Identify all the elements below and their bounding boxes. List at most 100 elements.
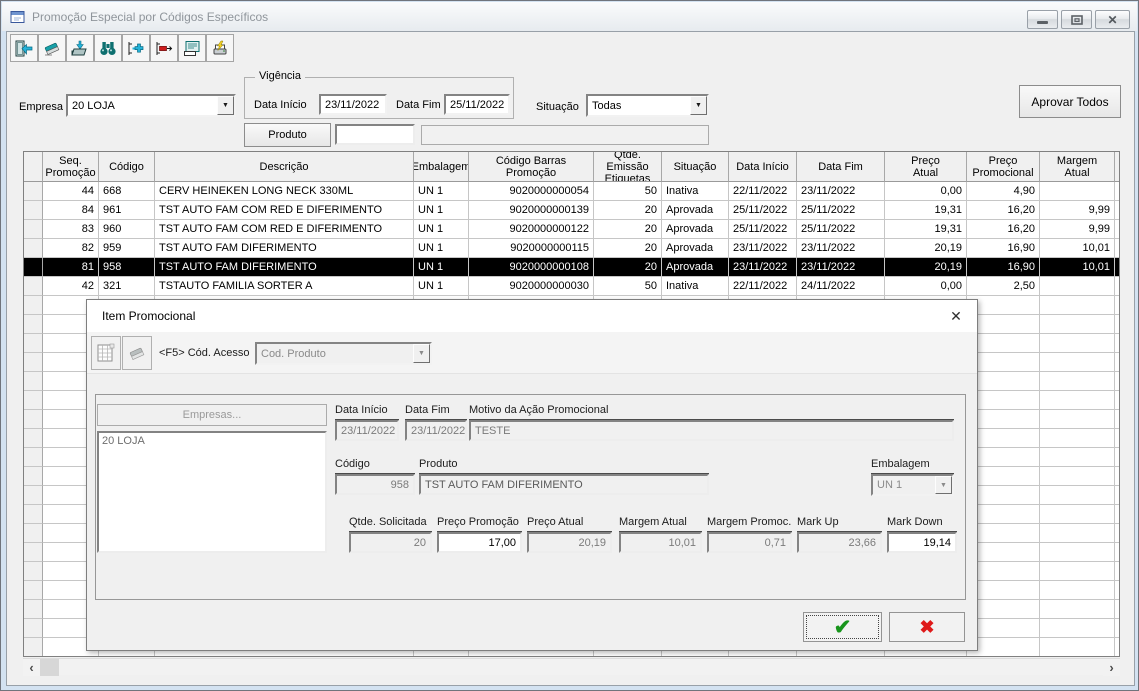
cell: 2,50 <box>967 277 1040 296</box>
horizontal-scrollbar[interactable]: ‹ › <box>23 658 1120 676</box>
data-fim-input[interactable]: 25/11/2022 <box>444 94 510 115</box>
cell: 23/11/2022 <box>797 258 885 277</box>
cell <box>1115 182 1119 201</box>
dialog-close-button[interactable]: ✕ <box>947 307 965 325</box>
cell: 16,90 <box>967 239 1040 258</box>
binoculars-icon <box>100 41 116 55</box>
cell <box>24 600 43 619</box>
cell <box>1115 372 1119 391</box>
print-button[interactable] <box>206 34 234 62</box>
table-row[interactable]: 44 668 CERV HEINEKEN LONG NECK 330ML UN 1 90… <box>24 182 1119 201</box>
scrollbar-thumb[interactable] <box>40 659 59 676</box>
cell <box>1040 448 1115 467</box>
cell: 20 <box>594 220 662 239</box>
preco-promocao-input[interactable] <box>437 532 522 553</box>
cell <box>24 334 43 353</box>
find-button[interactable] <box>94 34 122 62</box>
check-icon: ✔ <box>833 615 852 639</box>
cell <box>1115 619 1119 638</box>
chevron-down-icon[interactable]: ▼ <box>217 96 234 115</box>
cell <box>1115 562 1119 581</box>
mark-down-field: 19,14 <box>887 532 957 553</box>
header-cell <box>1115 152 1119 182</box>
insert-button[interactable] <box>122 34 150 62</box>
close-icon: ✕ <box>950 307 962 324</box>
cell: 25/11/2022 <box>797 220 885 239</box>
window-title: Promoção Especial por Códigos Específico… <box>32 9 269 24</box>
cell <box>1040 619 1115 638</box>
cell <box>1115 220 1119 239</box>
empresas-listbox[interactable]: 20 LOJA <box>97 431 327 553</box>
app-icon <box>10 10 25 23</box>
dlg-data-fim-label: Data Fim <box>405 404 467 420</box>
cell: Aprovada <box>662 239 729 258</box>
exit-door-icon <box>15 40 33 56</box>
cancel-button[interactable]: ✖ <box>889 612 965 642</box>
cell: 22/11/2022 <box>729 182 797 201</box>
cell <box>24 581 43 600</box>
cell: 321 <box>99 277 155 296</box>
cell: 9020000000139 <box>469 201 594 220</box>
minimize-button[interactable] <box>1027 10 1058 29</box>
data-fim-label: Data Fim <box>396 99 441 111</box>
cell <box>1115 353 1119 372</box>
confirm-button[interactable]: ✔ <box>803 612 882 642</box>
restore-button[interactable] <box>1061 10 1092 29</box>
produto-code-input[interactable] <box>335 124 415 145</box>
table-row[interactable]: 42 321 TSTAUTO FAMILIA SORTER A UN 1 9020000… <box>24 277 1119 296</box>
preco-atual-field: 20,19 <box>527 532 612 553</box>
cell <box>1115 524 1119 543</box>
restore-icon <box>1070 14 1083 25</box>
cell: Inativa <box>662 277 729 296</box>
cell <box>1040 296 1115 315</box>
cell <box>1040 277 1115 296</box>
dlg-data-inicio-label: Data Início <box>335 404 399 420</box>
exit-button[interactable] <box>10 34 38 62</box>
situacao-combo[interactable]: Todas ▼ <box>586 94 709 117</box>
cell <box>1115 201 1119 220</box>
delete-button[interactable] <box>150 34 178 62</box>
header-cell: Preço Atual <box>885 152 967 182</box>
produto-button[interactable]: Produto <box>244 123 331 147</box>
header-cell: Descrição <box>155 152 414 182</box>
table-row[interactable]: 82 959 TST AUTO FAM DIFERIMENTO UN 1 9020000… <box>24 239 1119 258</box>
close-button[interactable]: ✕ <box>1095 10 1130 29</box>
cell <box>24 410 43 429</box>
dialog-title: Item Promocional <box>102 309 196 323</box>
preview-button[interactable] <box>178 34 206 62</box>
delete-record-icon <box>156 41 173 55</box>
table-row[interactable]: 83 960 TST AUTO FAM COM RED E DIFERIMENTO U… <box>24 220 1119 239</box>
cell: 20,19 <box>885 239 967 258</box>
chevron-down-icon[interactable]: ▼ <box>690 96 707 115</box>
empresas-button: Empresas... <box>97 404 327 426</box>
erase-button[interactable] <box>38 34 66 62</box>
save-button[interactable] <box>66 34 94 62</box>
cell <box>1040 182 1115 201</box>
data-inicio-input[interactable]: 23/11/2022 <box>319 94 387 115</box>
cell: 50 <box>594 277 662 296</box>
cross-icon: ✖ <box>919 616 935 637</box>
cod-produto-combo: Cod. Produto ▼ <box>255 342 432 365</box>
table-row[interactable]: 84 961 TST AUTO FAM COM RED E DIFERIMENTO U… <box>24 201 1119 220</box>
list-item[interactable]: 20 LOJA <box>102 435 322 447</box>
cell <box>1115 239 1119 258</box>
cell: 958 <box>99 258 155 277</box>
cell: 20,19 <box>885 258 967 277</box>
empresa-combo[interactable]: 20 LOJA ▼ <box>66 94 236 117</box>
cell: 16,20 <box>967 201 1040 220</box>
cell <box>1115 296 1119 315</box>
codigo-label: Código <box>335 458 415 474</box>
cell <box>24 562 43 581</box>
chevron-down-icon: ▼ <box>413 344 430 363</box>
scroll-right-arrow[interactable]: › <box>1103 659 1120 676</box>
cell: 20 <box>594 201 662 220</box>
cell: 9,99 <box>1040 220 1115 239</box>
table-row[interactable]: 81 958 TST AUTO FAM DIFERIMENTO UN 1 9020000… <box>24 258 1119 277</box>
scroll-left-arrow[interactable]: ‹ <box>23 659 40 676</box>
cell: 44 <box>43 182 99 201</box>
cell <box>1115 467 1119 486</box>
aprovar-todos-button[interactable]: Aprovar Todos <box>1019 85 1121 118</box>
cell <box>24 448 43 467</box>
cell <box>1040 486 1115 505</box>
cell: 961 <box>99 201 155 220</box>
